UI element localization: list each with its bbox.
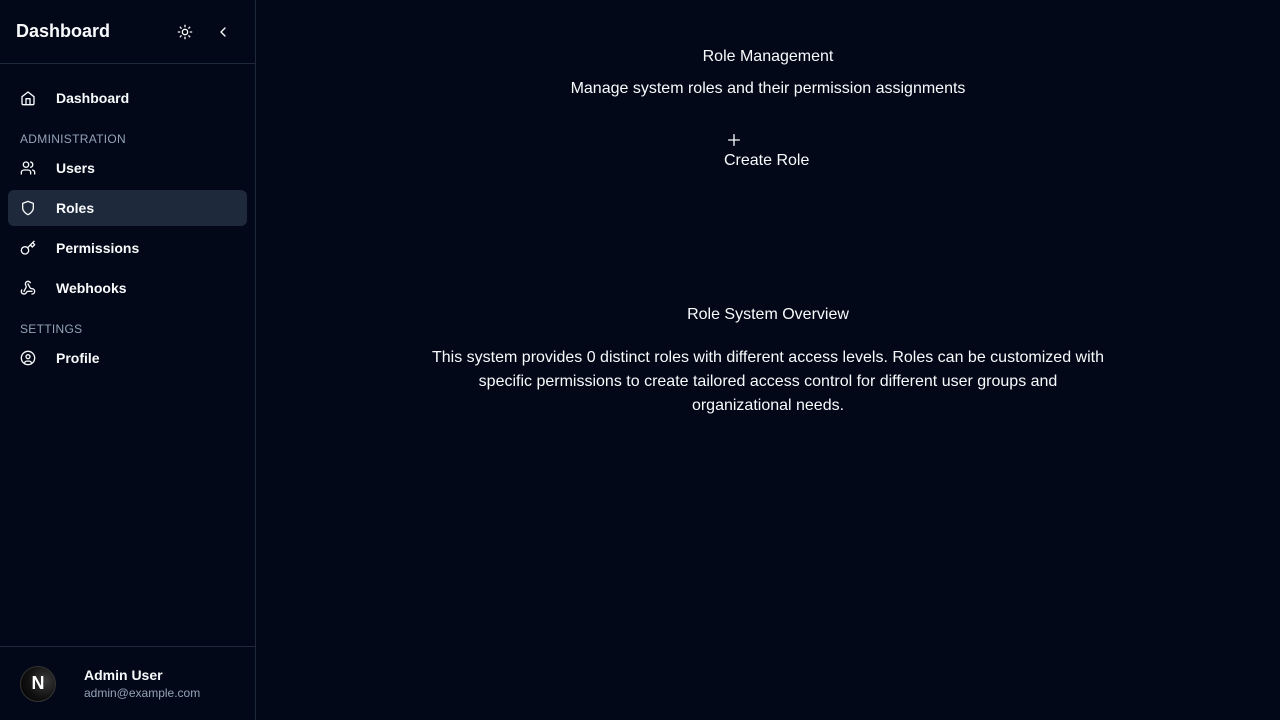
sidebar-item-label: Users	[56, 160, 95, 176]
user-email: admin@example.com	[84, 686, 201, 700]
sidebar-nav: Dashboard ADMINISTRATION Users Roles Per…	[0, 64, 255, 376]
sidebar-item-label: Dashboard	[56, 90, 130, 106]
overview-title: Role System Overview	[687, 306, 849, 323]
sidebar-item-label: Roles	[56, 200, 95, 216]
sidebar: Dashboard Dashboard ADMINISTRATION Users	[0, 0, 256, 720]
collapse-sidebar-button[interactable]	[207, 16, 239, 48]
shield-icon	[20, 200, 36, 216]
webhook-icon	[20, 280, 36, 296]
user-circle-icon	[20, 350, 36, 366]
sidebar-item-dashboard[interactable]: Dashboard	[8, 80, 247, 116]
sidebar-title: Dashboard	[16, 21, 111, 41]
overview-text: This system provides 0 distinct roles wi…	[432, 349, 1104, 414]
sun-icon	[177, 24, 193, 39]
user-info: Admin User admin@example.com	[84, 667, 200, 700]
main-content: Role Management Manage system roles and …	[256, 0, 1280, 720]
page-title: Role Management	[702, 48, 834, 65]
sidebar-item-permissions[interactable]: Permissions	[8, 230, 247, 266]
user-menu[interactable]: N Admin User admin@example.com	[0, 646, 255, 720]
sidebar-item-profile[interactable]: Profile	[8, 340, 247, 376]
sidebar-header: Dashboard	[0, 0, 255, 64]
create-role-button[interactable]: Create Role	[718, 128, 818, 176]
chevron-left-icon	[220, 26, 226, 37]
avatar[interactable]: N	[20, 665, 56, 702]
theme-toggle-button[interactable]	[169, 16, 201, 48]
section-label-settings: SETTINGS	[20, 322, 83, 336]
sidebar-item-webhooks[interactable]: Webhooks	[8, 270, 247, 306]
key-icon	[20, 240, 36, 256]
home-icon	[20, 90, 36, 106]
sidebar-item-label: Permissions	[56, 240, 140, 256]
sidebar-item-roles[interactable]: Roles	[8, 190, 247, 226]
plus-icon	[728, 134, 740, 146]
user-name: Admin User	[84, 667, 163, 683]
users-icon	[20, 160, 36, 176]
create-role-label: Create Role	[724, 152, 810, 169]
sidebar-item-label: Webhooks	[56, 280, 127, 296]
sidebar-item-label: Profile	[56, 350, 100, 366]
page-subtitle: Manage system roles and their permission…	[570, 80, 966, 97]
sidebar-item-users[interactable]: Users	[8, 150, 247, 186]
section-label-administration: ADMINISTRATION	[20, 132, 126, 146]
